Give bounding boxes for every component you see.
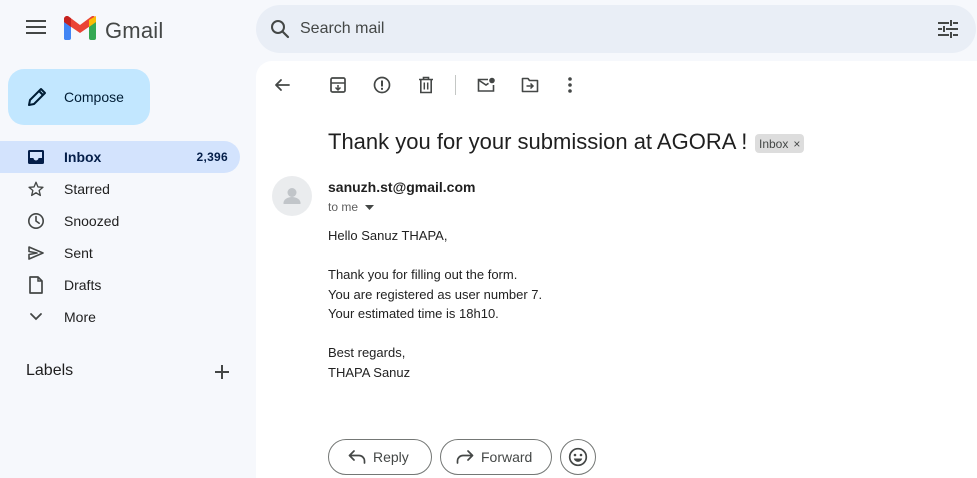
delete-button[interactable] xyxy=(412,73,440,97)
sidebar-nav: Inbox 2,396 Starred Snoozed Sent Drafts … xyxy=(0,141,256,333)
more-vert-icon xyxy=(568,77,572,93)
sidebar-item-label: Starred xyxy=(64,181,110,197)
body-line: Your estimated time is 18h10. xyxy=(328,306,499,321)
mark-unread-button[interactable] xyxy=(472,73,500,97)
labels-section-header: Labels xyxy=(26,360,240,384)
clock-icon xyxy=(26,211,46,231)
body-line: You are registered as user number 7. xyxy=(328,286,543,302)
chevron-down-icon xyxy=(26,307,46,327)
reply-button[interactable]: Reply xyxy=(328,439,432,475)
archive-icon xyxy=(330,77,346,93)
add-label-button[interactable] xyxy=(210,360,234,384)
mark-unread-icon xyxy=(477,77,495,92)
sidebar-item-label: Drafts xyxy=(64,277,102,293)
move-to-button[interactable] xyxy=(516,73,544,97)
archive-button[interactable] xyxy=(324,73,352,97)
sidebar-item-inbox[interactable]: Inbox 2,396 xyxy=(0,141,240,173)
badge-label: Inbox xyxy=(759,136,789,151)
email-subject: Thank you for your submission at AGORA ! xyxy=(328,129,748,154)
compose-label: Compose xyxy=(64,89,124,105)
sender-address[interactable]: sanuzh.st@gmail.com xyxy=(328,179,475,195)
recipient-text: to me xyxy=(328,200,359,214)
search-input[interactable] xyxy=(300,16,900,42)
message-view: Thank you for your submission at AGORA !… xyxy=(256,61,977,478)
forward-label: Forward xyxy=(481,449,533,465)
sidebar-item-label: Inbox xyxy=(64,149,102,165)
draft-icon xyxy=(26,275,46,295)
report-spam-button[interactable] xyxy=(368,73,396,97)
delete-icon xyxy=(419,76,433,94)
star-icon xyxy=(26,179,46,199)
inbox-icon xyxy=(26,147,46,167)
tune-icon[interactable] xyxy=(936,17,960,41)
labels-title: Labels xyxy=(26,362,74,379)
plus-icon xyxy=(215,365,229,379)
body-line: Thank you for filling out the form. xyxy=(328,267,518,282)
hamburger-icon xyxy=(26,19,46,39)
inbox-label-badge[interactable]: Inbox × xyxy=(755,134,805,153)
sidebar-item-label: More xyxy=(64,309,96,325)
compose-button[interactable]: Compose xyxy=(8,69,150,125)
back-icon xyxy=(275,79,290,91)
body-greeting: Hello Sanuz THAPA, xyxy=(328,228,448,243)
top-bar: Gmail xyxy=(0,0,977,60)
move-to-icon xyxy=(521,77,539,93)
gmail-logo[interactable]: Gmail xyxy=(64,16,163,45)
person-icon xyxy=(283,188,301,204)
send-icon xyxy=(26,243,46,263)
sidebar-item-more[interactable]: More xyxy=(0,301,240,333)
emoji-reaction-button[interactable] xyxy=(560,439,596,475)
main-menu-button[interactable] xyxy=(16,9,56,49)
pencil-icon xyxy=(25,85,49,109)
remove-label-icon[interactable]: × xyxy=(793,137,800,151)
search-bar xyxy=(256,5,976,53)
search-icon[interactable] xyxy=(266,15,294,43)
email-body: Hello Sanuz THAPA, Thank you for filling… xyxy=(328,226,928,382)
gmail-m-icon xyxy=(64,16,96,45)
sidebar-item-sent[interactable]: Sent xyxy=(0,237,240,269)
recipient-details[interactable]: to me xyxy=(328,200,375,214)
body-signature: THAPA Sanuz xyxy=(328,364,411,380)
inbox-unread-count: 2,396 xyxy=(196,150,228,164)
report-spam-icon xyxy=(373,76,391,94)
emoji-icon xyxy=(568,447,588,467)
sidebar-item-snoozed[interactable]: Snoozed xyxy=(0,205,240,237)
sidebar-item-drafts[interactable]: Drafts xyxy=(0,269,240,301)
forward-icon xyxy=(455,447,475,467)
back-button[interactable] xyxy=(268,73,296,97)
sidebar-item-label: Sent xyxy=(64,245,93,261)
reply-icon xyxy=(347,447,367,467)
sidebar-item-label: Snoozed xyxy=(64,213,120,229)
more-options-button[interactable] xyxy=(556,73,584,97)
reply-label: Reply xyxy=(373,449,409,465)
toolbar-divider xyxy=(455,75,456,95)
caret-down-icon xyxy=(363,201,375,213)
sidebar-item-starred[interactable]: Starred xyxy=(0,173,240,205)
gmail-logo-text: Gmail xyxy=(105,17,164,43)
forward-button[interactable]: Forward xyxy=(440,439,552,475)
sender-avatar[interactable] xyxy=(272,176,312,216)
body-closing: Best regards, xyxy=(328,345,406,360)
